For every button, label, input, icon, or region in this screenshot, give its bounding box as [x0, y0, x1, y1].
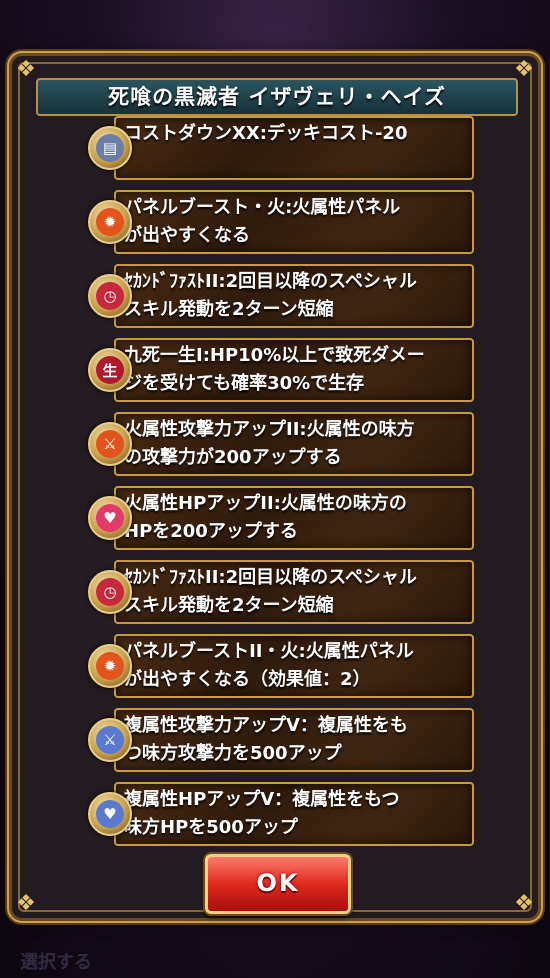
sp-clock-icon: ◷	[88, 570, 132, 614]
skill-panel: 複属性HPアップV：複属性をもつ 味方HPを500アップ	[114, 782, 474, 846]
skill-list: コストダウンXX:デッキコスト-20 ▤ パネルブースト・火:火属性パネル が出やす…	[88, 116, 474, 856]
skill-description: 火属性攻撃力アップII:火属性の味方 の攻撃力が200アップする	[124, 419, 415, 468]
skill-row: 火属性HPアップII:火属性の味方の HPを200アップする ♥	[88, 486, 474, 550]
ok-button[interactable]: OK	[205, 854, 351, 914]
skill-icon-glyph: ◷	[96, 282, 124, 310]
skill-icon-glyph: 生	[96, 356, 124, 384]
fire-attack-icon: ⚔	[88, 422, 132, 466]
skill-panel: 火属性HPアップII:火属性の味方の HPを200アップする	[114, 486, 474, 550]
skill-row: 複属性HPアップV：複属性をもつ 味方HPを500アップ ♥	[88, 782, 474, 846]
skill-row: 火属性攻撃力アップII:火属性の味方 の攻撃力が200アップする ⚔	[88, 412, 474, 476]
skill-row: 九死一生I:HP10%以上で致死ダメー ジを受けても確率30%で生存生	[88, 338, 474, 402]
skill-icon-glyph: ♥	[96, 800, 124, 828]
skill-icon-glyph: ♥	[96, 504, 124, 532]
ornament-corner-icon: ❖	[16, 891, 36, 916]
background-text: 選択する	[20, 952, 92, 973]
skill-row: コストダウンXX:デッキコスト-20 ▤	[88, 116, 474, 180]
ornament-corner-icon: ❖	[514, 891, 534, 916]
skill-icon-glyph: ◷	[96, 578, 124, 606]
skill-description: コストダウンXX:デッキコスト-20	[124, 123, 408, 144]
skill-panel: パネルブーストII・火:火属性パネル が出やすくなる（効果値：2）	[114, 634, 474, 698]
skill-row: 複属性攻撃力アップV：複属性をも つ味方攻撃力を500アップ ⚔	[88, 708, 474, 772]
fire-panel-icon: ✹	[88, 200, 132, 244]
fire-hp-icon: ♥	[88, 496, 132, 540]
card-icon: ▤	[88, 126, 132, 170]
skill-panel: コストダウンXX:デッキコスト-20	[114, 116, 474, 180]
multi-hp-icon: ♥	[88, 792, 132, 836]
dialog-title: 死喰の黒滅者 イザヴェリ・ヘイズ	[36, 78, 518, 116]
skill-description: ｾｶﾝﾄﾞﾌｧｽﾄII:2回目以降のスペシャル スキル発動を2ターン短縮	[124, 567, 417, 616]
skill-description: パネルブーストII・火:火属性パネル が出やすくなる（効果値：2）	[124, 641, 414, 690]
skill-description: 複属性HPアップV：複属性をもつ 味方HPを500アップ	[124, 789, 400, 838]
skill-icon-glyph: ⚔	[96, 726, 124, 754]
kanji-icon: 生	[88, 348, 132, 392]
skill-panel: ｾｶﾝﾄﾞﾌｧｽﾄII:2回目以降のスペシャル スキル発動を2ターン短縮	[114, 264, 474, 328]
skill-row: ｾｶﾝﾄﾞﾌｧｽﾄII:2回目以降のスペシャル スキル発動を2ターン短縮 ◷	[88, 560, 474, 624]
skill-icon-glyph: ✹	[96, 208, 124, 236]
skill-panel: 複属性攻撃力アップV：複属性をも つ味方攻撃力を500アップ	[114, 708, 474, 772]
skill-row: パネルブースト・火:火属性パネル が出やすくなる ✹	[88, 190, 474, 254]
skill-icon-glyph: ⚔	[96, 430, 124, 458]
fire-panel-icon: ✹	[88, 644, 132, 688]
skill-row: パネルブーストII・火:火属性パネル が出やすくなる（効果値：2） ✹	[88, 634, 474, 698]
skill-panel: パネルブースト・火:火属性パネル が出やすくなる	[114, 190, 474, 254]
skill-description: ｾｶﾝﾄﾞﾌｧｽﾄII:2回目以降のスペシャル スキル発動を2ターン短縮	[124, 271, 417, 320]
skill-panel: 九死一生I:HP10%以上で致死ダメー ジを受けても確率30%で生存	[114, 338, 474, 402]
skill-description: 複属性攻撃力アップV：複属性をも つ味方攻撃力を500アップ	[124, 715, 408, 764]
skill-row: ｾｶﾝﾄﾞﾌｧｽﾄII:2回目以降のスペシャル スキル発動を2ターン短縮 ◷	[88, 264, 474, 328]
skill-icon-glyph: ✹	[96, 652, 124, 680]
sp-clock-icon: ◷	[88, 274, 132, 318]
skill-description: 九死一生I:HP10%以上で致死ダメー ジを受けても確率30%で生存	[124, 345, 425, 394]
multi-attack-icon: ⚔	[88, 718, 132, 762]
skill-panel: 火属性攻撃力アップII:火属性の味方 の攻撃力が200アップする	[114, 412, 474, 476]
skill-description: パネルブースト・火:火属性パネル が出やすくなる	[124, 197, 401, 246]
skill-icon-glyph: ▤	[96, 134, 124, 162]
skill-panel: ｾｶﾝﾄﾞﾌｧｽﾄII:2回目以降のスペシャル スキル発動を2ターン短縮	[114, 560, 474, 624]
skill-description: 火属性HPアップII:火属性の味方の HPを200アップする	[124, 493, 407, 542]
